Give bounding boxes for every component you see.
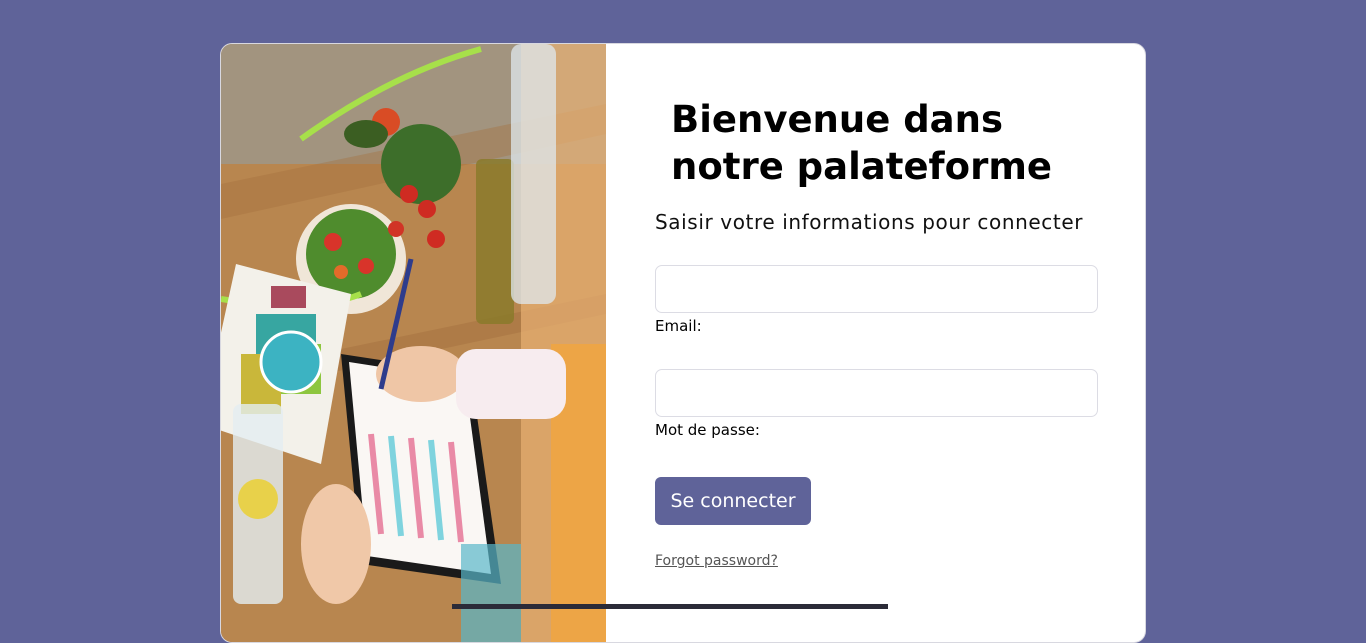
login-button[interactable]: Se connecter xyxy=(655,477,811,525)
page-subtitle: Saisir votre informations pour connecter xyxy=(655,210,1084,234)
nutrition-photo xyxy=(221,44,606,642)
forgot-password-link[interactable]: Forgot password? xyxy=(655,553,778,569)
email-label: Email: xyxy=(655,317,702,335)
email-field[interactable] xyxy=(655,265,1098,313)
nutrition-photo-illustration xyxy=(221,44,606,642)
page-title-line-1: Bienvenue dans xyxy=(671,98,1004,141)
bottom-scroll-indicator xyxy=(452,604,888,609)
password-field[interactable] xyxy=(655,369,1098,417)
login-card: Bienvenue dans notre palateforme Saisir … xyxy=(220,43,1146,643)
password-label: Mot de passe: xyxy=(655,421,760,439)
login-form: Bienvenue dans notre palateforme Saisir … xyxy=(655,44,1145,642)
page-title: Bienvenue dans notre palateforme xyxy=(671,96,1071,190)
page-title-line-2: notre palateforme xyxy=(671,145,1052,188)
